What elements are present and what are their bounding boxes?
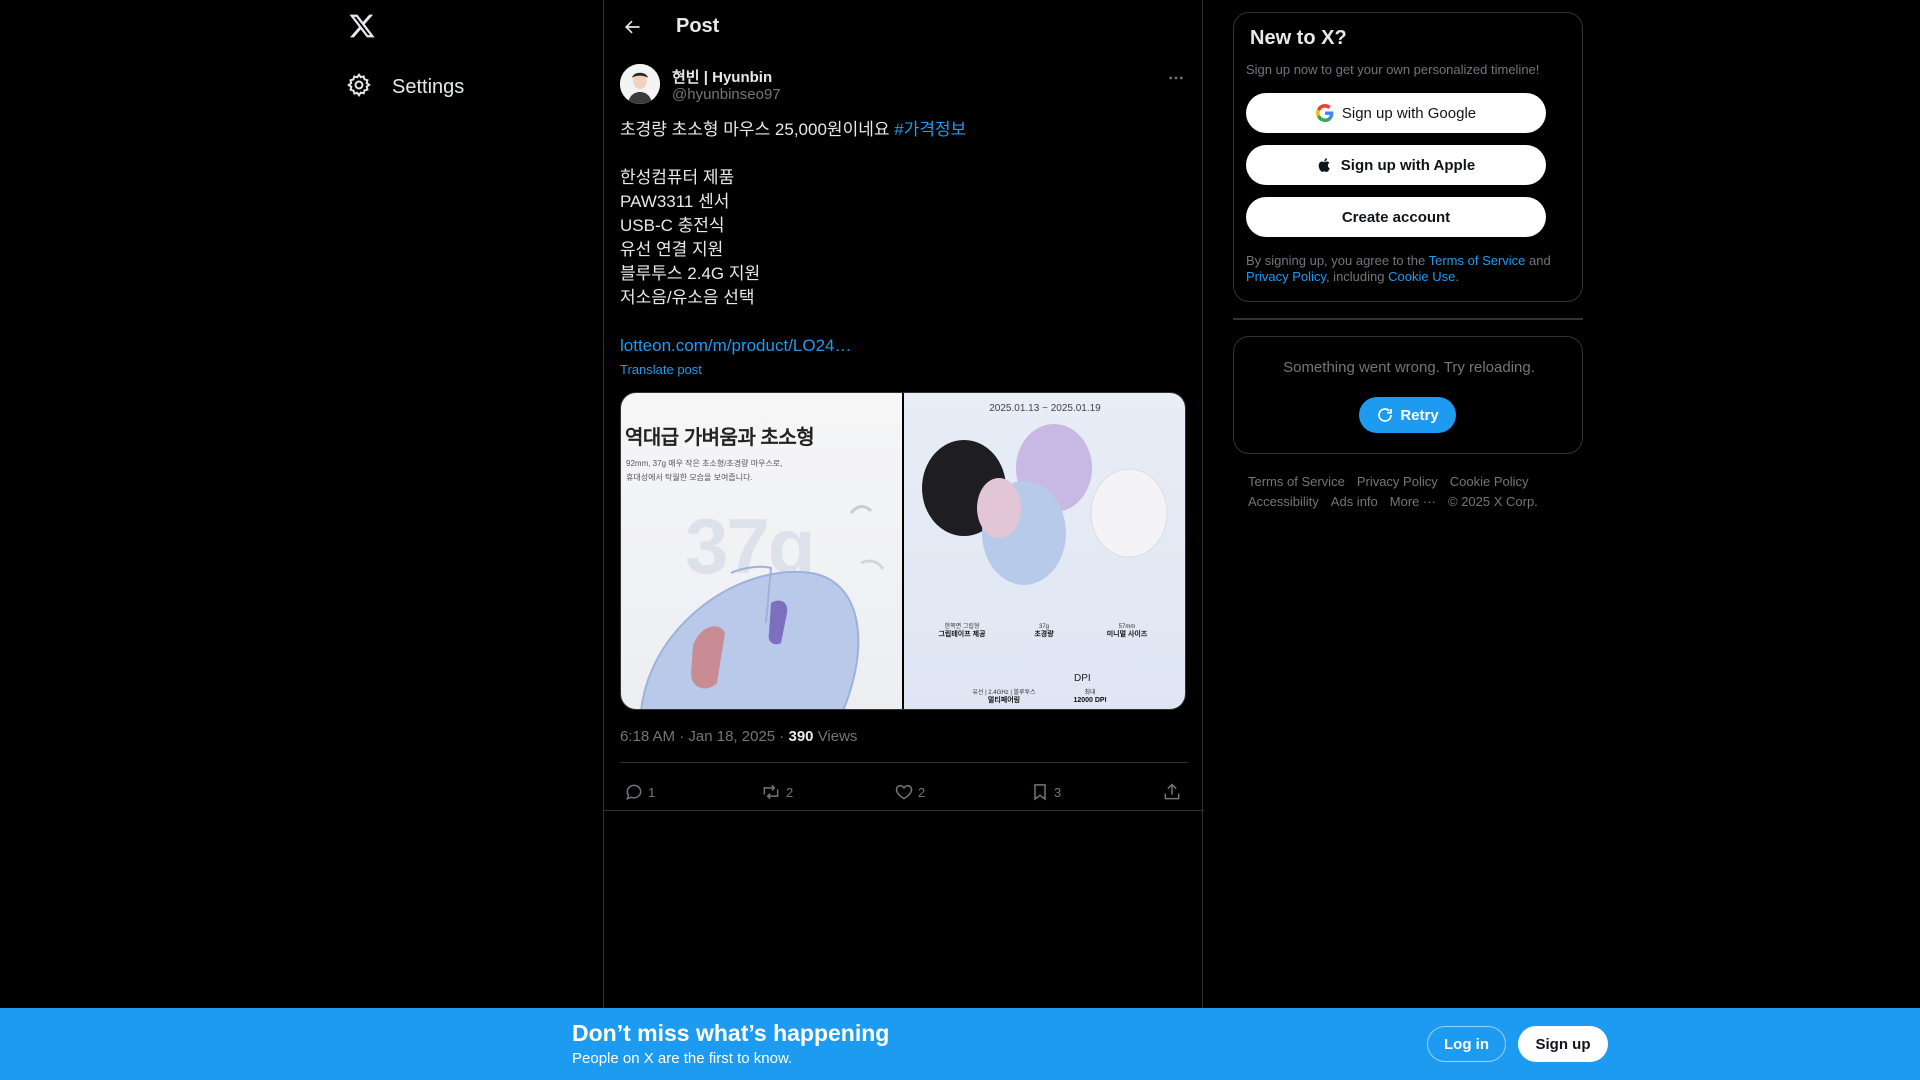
signup-apple-label: Sign up with Apple	[1340, 156, 1476, 174]
share-button[interactable]	[1162, 774, 1182, 810]
footer-links: Terms of Service Privacy Policy Cookie Pol…	[1248, 472, 1578, 512]
post-timestamp: 6:18 AM · Jan 18, 2025 · 390 Views	[620, 728, 858, 745]
post-line-text: 초경량 초소형 마우스 25,000원이네요	[620, 120, 895, 139]
repost-button[interactable]: 2	[760, 774, 793, 810]
post-line: 한성컴퓨터 제품	[620, 168, 735, 187]
create-account-label: Create account	[1341, 208, 1451, 226]
nav-settings-label: Settings	[392, 75, 465, 98]
like-button[interactable]: 2	[894, 774, 925, 810]
privacy-link[interactable]: Privacy Policy	[1246, 269, 1326, 284]
post-date[interactable]: Jan 18, 2025	[688, 728, 775, 745]
login-button[interactable]: Log in	[1427, 1026, 1506, 1062]
post-line: 저소음/유소음 선택	[620, 288, 755, 307]
repost-icon	[763, 784, 779, 800]
nav-settings[interactable]: Settings	[346, 70, 526, 104]
back-button[interactable]	[616, 11, 648, 43]
retry-label: Retry	[1400, 406, 1439, 424]
signup-legal-text: By signing up, you agree to the Terms of…	[1246, 253, 1551, 284]
author-name[interactable]: 현빈 | Hyunbin	[672, 66, 772, 87]
bottom-signup-bar: Don’t miss what’s happening People on X …	[0, 1008, 1920, 1080]
media-2-feature: 37g 초경량	[1034, 624, 1054, 638]
post-time[interactable]: 6:18 AM	[620, 728, 675, 745]
more-options-button[interactable]	[1164, 66, 1188, 90]
apple-icon	[1318, 158, 1330, 172]
footer-copyright: © 2025 X Corp.	[1448, 494, 1538, 509]
signup-google-button[interactable]: Sign up with Google	[1246, 93, 1546, 133]
post-line: 블루투스 2.4G 지원	[620, 264, 761, 283]
post-line: USB-C 충전식	[620, 216, 725, 235]
mouse-illustration	[640, 505, 885, 709]
error-message: Something went wrong. Try reloading.	[1283, 359, 1535, 376]
author-handle[interactable]: @hyunbinseo97	[672, 86, 781, 103]
share-icon	[1164, 783, 1180, 800]
divider	[620, 762, 1188, 763]
footer-privacy-link[interactable]: Privacy Policy	[1357, 472, 1438, 492]
media-2-feature: 한쪽면 그립형 그립테이프 제공	[938, 624, 986, 638]
post-actions: 1 2 2 3	[620, 774, 1188, 810]
views-label: Views	[817, 728, 858, 745]
translate-post-link[interactable]: Translate post	[620, 362, 702, 377]
like-count: 2	[918, 784, 926, 800]
x-logo-icon[interactable]	[348, 12, 380, 44]
cookie-use-link[interactable]: Cookie Use	[1388, 269, 1455, 284]
bookmark-count: 3	[1054, 784, 1062, 800]
divider	[1233, 318, 1583, 320]
terms-link[interactable]: Terms of Service	[1429, 253, 1526, 268]
divider	[604, 810, 1204, 811]
page-title: Post	[676, 15, 720, 37]
media-image-2[interactable]: 2025.01.13 ~ 2025.01.19 한쪽면 그립형 그립테이프 제공 …	[904, 393, 1185, 709]
avatar[interactable]	[620, 64, 660, 104]
footer-terms-link[interactable]: Terms of Service	[1248, 472, 1345, 492]
google-icon	[1315, 104, 1334, 122]
signup-subtitle: Sign up now to get your own personalized…	[1246, 62, 1540, 77]
post-line: 유선 연결 지원	[620, 240, 724, 259]
more-icon	[1169, 76, 1183, 80]
views-count: 390	[788, 728, 814, 745]
arrow-left-icon	[624, 20, 640, 34]
post-link[interactable]: lotteon.com/m/product/LO24…	[620, 336, 852, 355]
bottom-bar-title: Don’t miss what’s happening	[572, 1020, 890, 1046]
post-text: 초경량 초소형 마우스 25,000원이네요 #가격정보 한성컴퓨터 제품 PA…	[620, 118, 1188, 358]
refresh-icon	[1378, 408, 1393, 422]
error-card: Something went wrong. Try reloading. Ret…	[1233, 336, 1583, 454]
signup-apple-button[interactable]: Sign up with Apple	[1246, 145, 1546, 185]
post-media: 역대급 가벼움과 초소형 92mm, 37g 매우 작은 초소형/초경량 마우스…	[620, 392, 1186, 710]
media-2-feature: 유선 | 2.4GHz | 블루투스 멀티페어링	[972, 690, 1036, 704]
signup-card: New to X? Sign up now to get your own pe…	[1233, 12, 1583, 302]
post-line: PAW3311 센서	[620, 192, 730, 211]
signup-google-label: Sign up with Google	[1341, 104, 1477, 122]
footer-accessibility-link[interactable]: Accessibility	[1248, 492, 1319, 512]
media-2-feature: 최대 12000 DPI	[1073, 690, 1107, 704]
media-2-dpi-title: DPI	[1074, 673, 1091, 684]
bottom-bar-subtitle: People on X are the first to know.	[572, 1050, 793, 1067]
signup-button[interactable]: Sign up	[1518, 1026, 1608, 1062]
signup-title: New to X?	[1250, 27, 1347, 49]
reply-icon	[626, 784, 642, 800]
hashtag-link[interactable]: #가격정보	[894, 120, 966, 139]
bookmark-button[interactable]: 3	[1030, 774, 1061, 810]
main-column: Post 현빈 | Hyunbin @hyunbinseo97 초경량 초소형 …	[603, 0, 1204, 1080]
retry-button[interactable]: Retry	[1359, 397, 1456, 433]
post-line: 초경량 초소형 마우스 25,000원이네요 #가격정보	[620, 118, 1188, 142]
footer-cookie-link[interactable]: Cookie Policy	[1450, 472, 1529, 492]
page-header: Post	[604, 0, 1204, 54]
footer-more-link[interactable]: More ···	[1390, 492, 1436, 512]
media-image-1[interactable]: 역대급 가벼움과 초소형 92mm, 37g 매우 작은 초소형/초경량 마우스…	[621, 393, 902, 709]
footer-ads-link[interactable]: Ads info	[1331, 492, 1378, 512]
repost-count: 2	[786, 784, 794, 800]
heart-icon	[895, 784, 913, 800]
mice-illustration	[922, 424, 1168, 585]
reply-button[interactable]: 1	[624, 774, 655, 810]
gear-icon	[346, 72, 372, 103]
create-account-button[interactable]: Create account	[1246, 197, 1546, 237]
media-2-feature: 57mm 미니멀 사이즈	[1106, 624, 1148, 638]
bookmark-icon	[1034, 784, 1046, 801]
reply-count: 1	[648, 784, 656, 800]
